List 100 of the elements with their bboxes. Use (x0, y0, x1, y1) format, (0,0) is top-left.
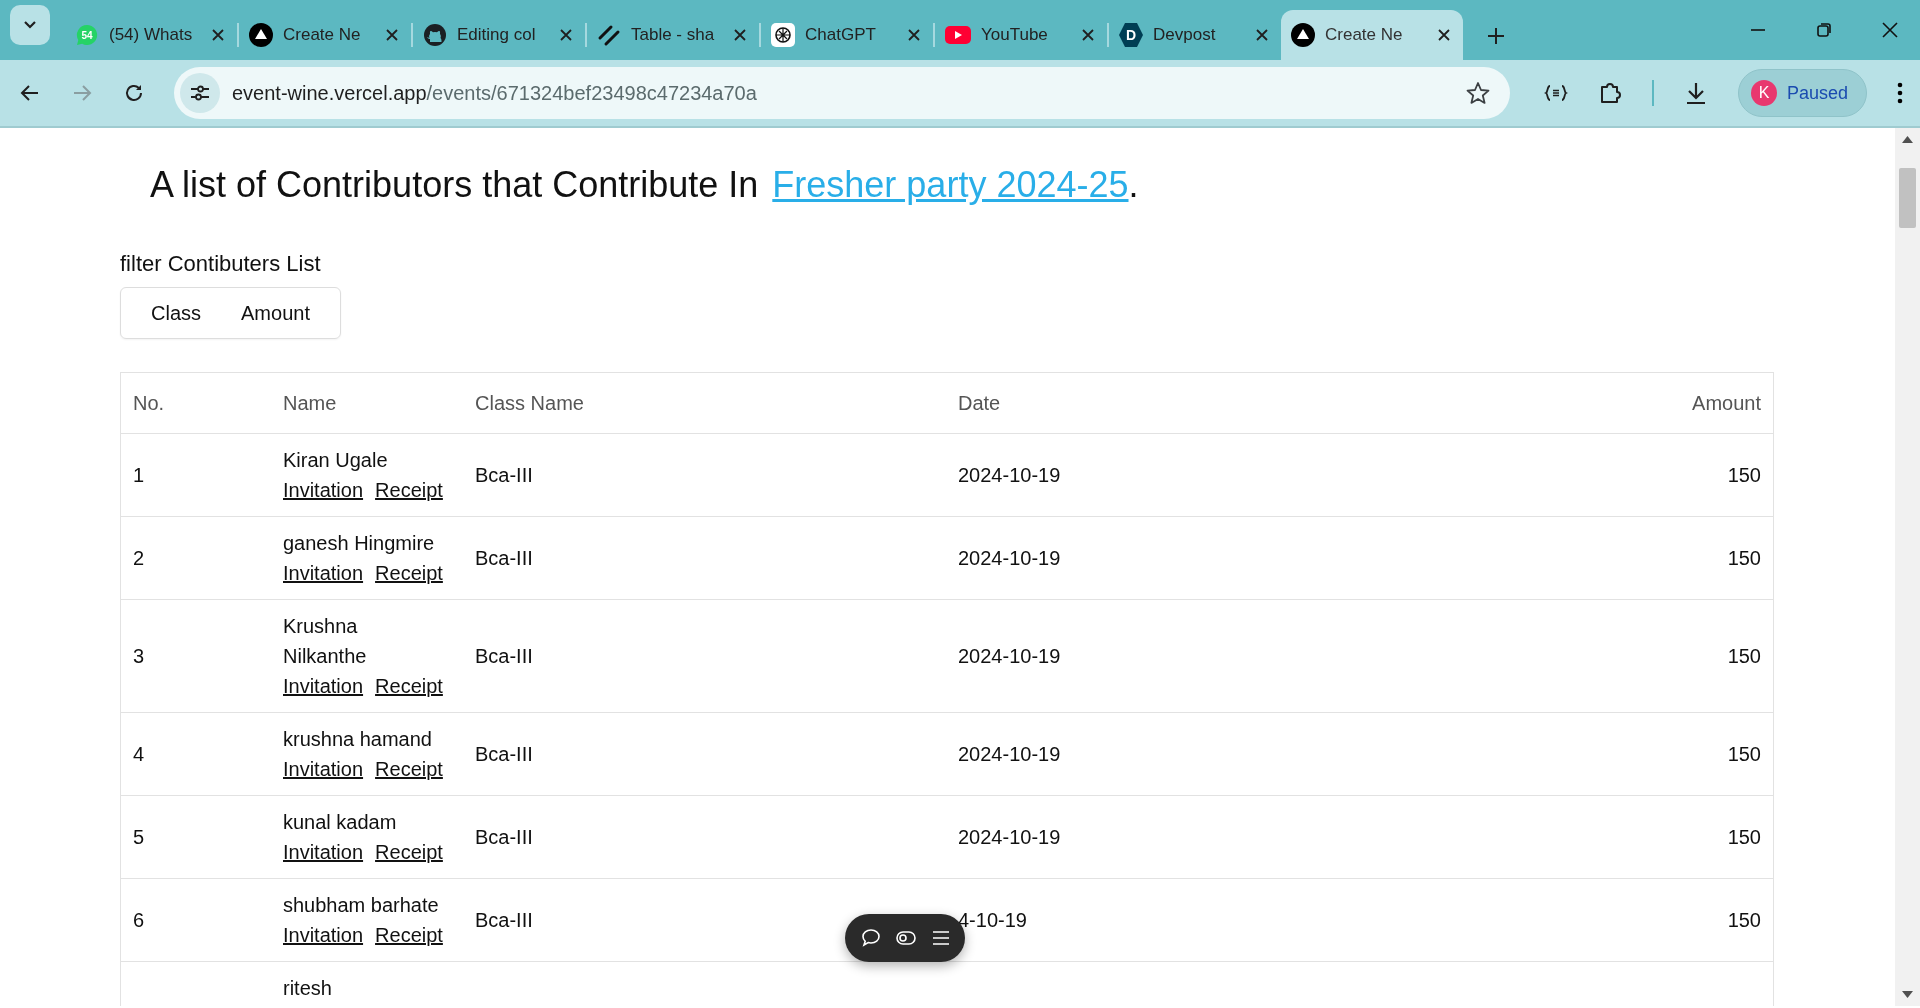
caret-icon (23, 20, 37, 30)
column-header: Amount (1570, 372, 1774, 434)
table-cell: 150 (1570, 795, 1774, 879)
hexagon-logo-icon: D (1119, 22, 1143, 48)
table-cell: 2024-10-19 (946, 712, 1570, 796)
browser-tab[interactable]: Create Ne (1281, 10, 1463, 60)
table-cell: 2024-10-19 (946, 795, 1570, 879)
slash-logo-icon (597, 23, 621, 47)
table-cell: 150 (1570, 516, 1774, 600)
play-button-icon (945, 26, 971, 44)
menu-icon[interactable] (1897, 82, 1904, 104)
site-settings-button[interactable] (180, 73, 220, 113)
link[interactable]: Invitation (283, 754, 364, 784)
knot-logo-icon (771, 23, 795, 47)
browser-tab[interactable]: Table - sha (587, 10, 759, 60)
column-header: Date (946, 372, 1570, 434)
close-icon[interactable] (559, 28, 573, 42)
back-icon[interactable] (20, 83, 40, 103)
braces-icon[interactable] (1544, 85, 1568, 101)
contributor-name: ritesh (283, 976, 333, 1001)
table-cell: 150 (1570, 712, 1774, 796)
close-icon[interactable] (211, 28, 225, 42)
link[interactable]: Invitation (283, 558, 364, 588)
table-cell: 150 (1570, 878, 1774, 962)
reload-icon[interactable] (124, 83, 144, 103)
link[interactable]: Invitation (283, 671, 364, 701)
browser-tab[interactable]: 54 (54) Whats (65, 10, 237, 60)
column-header: No. (120, 372, 271, 434)
browser-tab[interactable]: D Devpost (1109, 10, 1281, 60)
scroll-up-icon[interactable] (1902, 136, 1913, 143)
link[interactable]: Receipt (375, 671, 443, 701)
filter-label: filter Contibuters List (120, 251, 322, 277)
table-cell: Bca-III (463, 433, 946, 517)
toggle-icon[interactable] (896, 930, 916, 946)
link[interactable]: Invitation (283, 475, 364, 505)
tab-title: YouTube (981, 25, 1049, 45)
table-cell: 150 (1570, 599, 1774, 713)
profile-button[interactable]: K Paused (1738, 69, 1868, 117)
close-icon[interactable] (1081, 28, 1095, 42)
filter-option[interactable]: Class (131, 295, 221, 331)
close-icon[interactable] (1882, 22, 1898, 38)
tab-title: Table - sha (631, 25, 716, 45)
browser-tab[interactable]: Create Ne (239, 10, 411, 60)
scrollbar-thumb[interactable] (1899, 168, 1916, 228)
browser-tab[interactable]: YouTube (935, 10, 1107, 60)
triangle-logo-icon (249, 23, 273, 47)
tab-title: Editing col (457, 25, 537, 45)
url-text: event-wine.vercel.app/events/671324bef23498c47234a70a (232, 81, 758, 105)
link[interactable]: Receipt (375, 754, 443, 784)
close-icon[interactable] (1437, 28, 1451, 42)
row-number: 1 (120, 433, 271, 517)
table-cell: Bca-III (463, 599, 946, 713)
restore-icon[interactable] (1816, 22, 1832, 38)
table-cell: Bca-III (463, 795, 946, 879)
close-icon[interactable] (385, 28, 399, 42)
link[interactable]: Receipt (375, 837, 443, 867)
browser-tab[interactable]: ChatGPT (761, 10, 933, 60)
comment-icon[interactable] (860, 928, 881, 948)
contributor-name: ganesh Hingmire (283, 531, 436, 556)
tab-title: ChatGPT (805, 25, 877, 45)
link[interactable]: Receipt (375, 558, 443, 588)
new-tab-icon[interactable] (1487, 27, 1505, 45)
row-number: 3 (120, 599, 271, 713)
contributor-name: Krushna Nilkanthe (283, 614, 368, 669)
tune-icon (190, 85, 210, 101)
page-heading: A list of Contributors that Contribute In (150, 164, 759, 205)
scrollbar[interactable] (1895, 128, 1920, 1006)
filter-option[interactable]: Amount (221, 295, 330, 331)
close-icon[interactable] (733, 28, 747, 42)
table-cell: 2024-10-19 (946, 433, 1570, 517)
table-cell: 2024-10-19 (946, 599, 1570, 713)
close-icon[interactable] (907, 28, 921, 42)
link[interactable]: Receipt (375, 475, 443, 505)
table-cell: Bca-III (463, 516, 946, 600)
tab-title: Create Ne (1325, 25, 1404, 45)
contributor-name: kunal kadam (283, 810, 398, 835)
link[interactable]: Invitation (283, 920, 364, 950)
browser-tab[interactable]: Editing col (413, 10, 585, 60)
profile-status: Paused (1787, 82, 1849, 104)
column-header: Class Name (463, 372, 946, 434)
table-cell: 2024-10-19 (946, 516, 1570, 600)
scroll-down-icon[interactable] (1902, 991, 1913, 998)
star-icon[interactable] (1466, 81, 1490, 105)
link[interactable]: Invitation (283, 837, 364, 867)
contributor-name: krushna hamand (283, 727, 433, 752)
link[interactable]: Receipt (375, 920, 443, 950)
column-header: Name (271, 372, 463, 434)
puzzle-icon[interactable] (1598, 81, 1622, 105)
download-icon[interactable] (1684, 81, 1708, 105)
table-cell: Bca-III (463, 712, 946, 796)
tab-title: (54) Whats (109, 25, 194, 45)
address-bar[interactable]: event-wine.vercel.app/events/671324bef23498c47234a70a (174, 67, 1510, 119)
avatar: K (1751, 80, 1777, 106)
close-icon[interactable] (1255, 28, 1269, 42)
contributor-name: Kiran Ugale (283, 448, 389, 473)
row-number: 4 (120, 712, 271, 796)
chat-bubble-icon: 54 (75, 23, 99, 47)
row-number: 6 (120, 878, 271, 962)
menu-icon[interactable] (931, 930, 950, 946)
contributor-name: shubham barhate (283, 893, 440, 918)
